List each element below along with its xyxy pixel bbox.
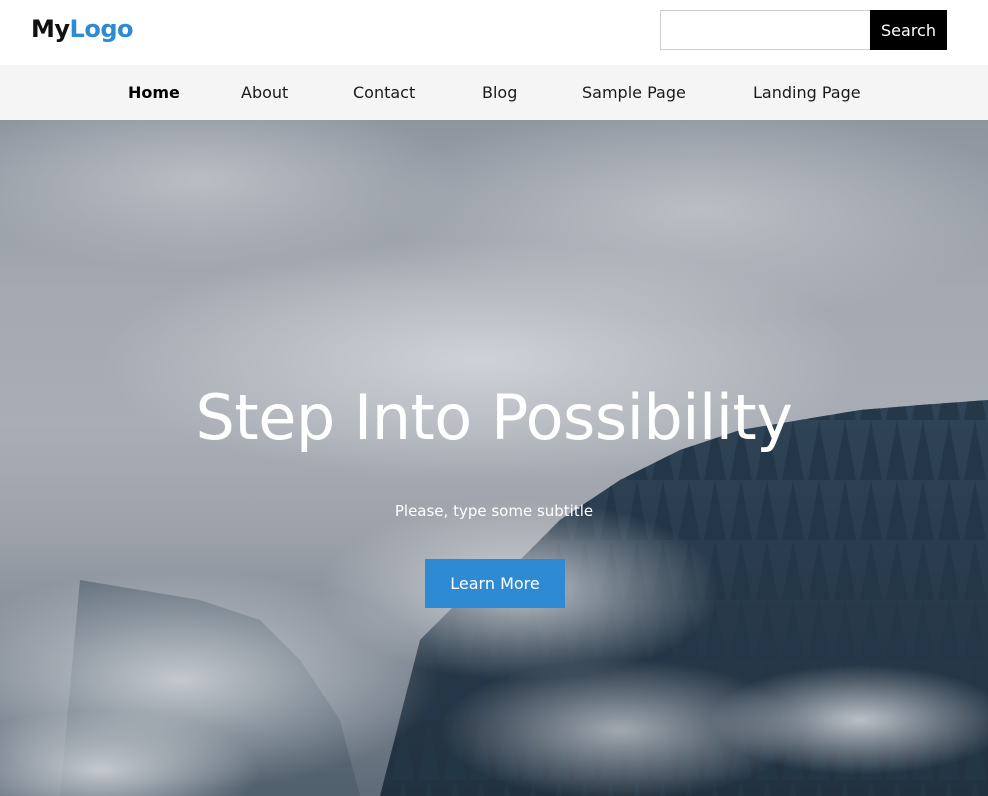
site-header: MyLogo Search — [0, 0, 988, 65]
nav-item-about[interactable]: About — [241, 65, 288, 120]
nav-item-home[interactable]: Home — [128, 65, 180, 120]
nav-item-blog[interactable]: Blog — [482, 65, 517, 120]
hero-title: Step Into Possibility — [195, 381, 793, 454]
nav-item-sample-page[interactable]: Sample Page — [582, 65, 686, 120]
learn-more-button[interactable]: Learn More — [425, 559, 565, 608]
hero-section: Step Into Possibility Please, type some … — [0, 120, 988, 796]
search-input[interactable] — [660, 10, 871, 50]
logo-text-logo: Logo — [69, 15, 134, 43]
logo-text-my: My — [31, 15, 70, 43]
nav-item-landing-page[interactable]: Landing Page — [753, 65, 861, 120]
hero-background-image — [0, 120, 988, 796]
main-nav: Home About Contact Blog Sample Page Land… — [0, 65, 988, 120]
site-logo[interactable]: MyLogo — [31, 14, 133, 44]
hero-subtitle: Please, type some subtitle — [394, 502, 594, 520]
nav-item-contact[interactable]: Contact — [353, 65, 415, 120]
search-button[interactable]: Search — [870, 10, 947, 50]
